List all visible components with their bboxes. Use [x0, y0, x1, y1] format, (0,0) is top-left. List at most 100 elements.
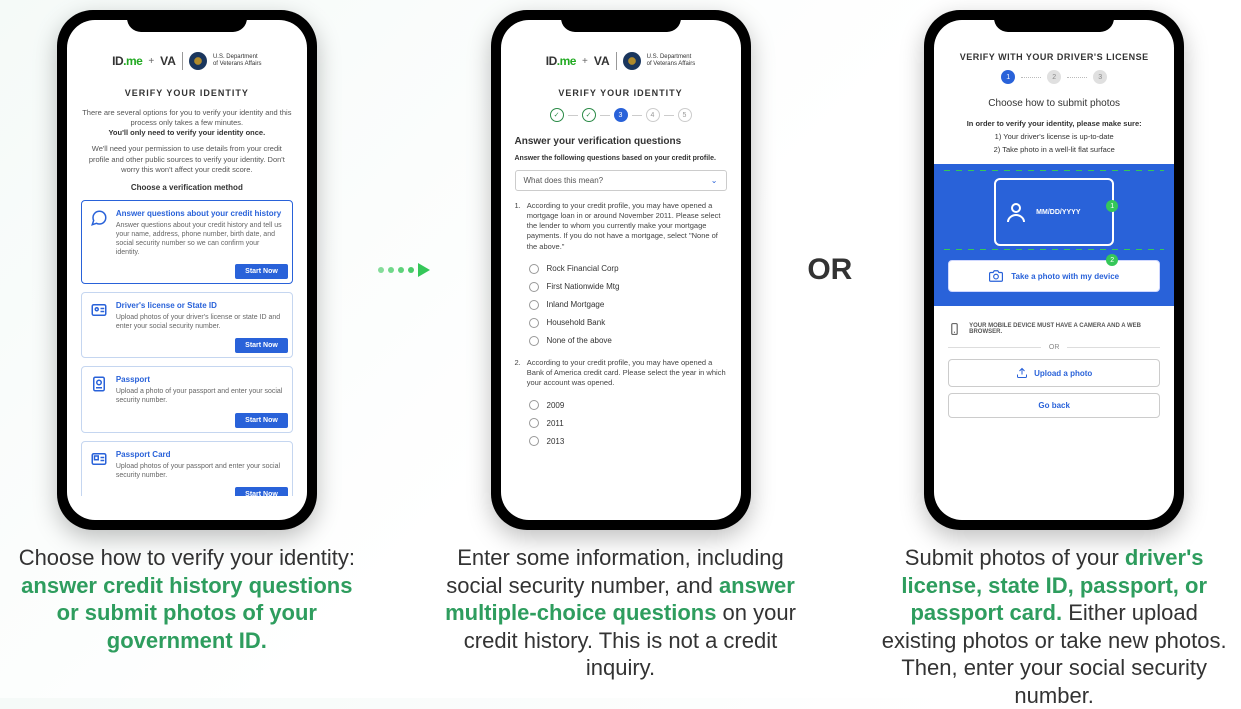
id-card-icon: [90, 301, 108, 319]
step-5: 5: [678, 108, 692, 122]
step-2-column: ID.me + VA U.S. Departmentof Veterans Af…: [444, 10, 798, 682]
plus-icon: +: [582, 56, 588, 67]
phone-mock-1: ID.me + VA U.S. Departmentof Veterans Af…: [57, 10, 317, 530]
go-back-button[interactable]: Go back: [948, 393, 1160, 418]
radio-option[interactable]: 2009: [515, 396, 727, 414]
chevron-down-icon: ⌄: [711, 176, 718, 185]
requirements-lead: In order to verify your identity, please…: [948, 119, 1160, 128]
screen-content-1: ID.me + VA U.S. Departmentof Veterans Af…: [67, 44, 307, 496]
questions-heading: Answer your verification questions: [515, 136, 727, 147]
dashed-line-bottom: [944, 249, 1164, 250]
radio-option[interactable]: Inland Mortgage: [515, 296, 727, 314]
what-does-this-mean-select[interactable]: What does this mean? ⌄: [515, 170, 727, 191]
verify-identity-title: VERIFY YOUR IDENTITY: [515, 88, 727, 98]
phone-notch: [994, 10, 1114, 32]
photo-capture-area: MM/DD/YYYY 1 2 Take a photo with my devi…: [934, 164, 1174, 306]
step-2: 2: [1047, 70, 1061, 84]
caption-step-1: Choose how to verify your identity: answ…: [10, 544, 364, 654]
choose-method-heading: Choose a verification method: [81, 183, 293, 192]
step-1-column: ID.me + VA U.S. Departmentof Veterans Af…: [10, 10, 364, 654]
dotted-arrow-icon: [378, 263, 430, 277]
option-desc: Upload photos of your driver's license o…: [116, 313, 284, 331]
device-icon: [948, 322, 961, 336]
date-placeholder: MM/DD/YYYY: [1036, 209, 1080, 216]
idme-logo: ID.me: [112, 54, 142, 68]
logo-row: ID.me + VA U.S. Departmentof Veterans Af…: [81, 52, 293, 78]
phone-notch: [127, 10, 247, 32]
start-now-button[interactable]: Start Now: [235, 413, 288, 428]
or-separator: OR: [948, 344, 1160, 351]
caption-step-3: Submit photos of your driver's license, …: [877, 544, 1231, 709]
radio-icon: [529, 400, 539, 410]
option-title: Driver's license or State ID: [116, 301, 284, 310]
radio-option[interactable]: First Nationwide Mtg: [515, 278, 727, 296]
id-card-illustration: MM/DD/YYYY 1 2: [994, 178, 1114, 246]
device-note: YOUR MOBILE DEVICE MUST HAVE A CAMERA AN…: [948, 316, 1160, 336]
step-3-column: VERIFY WITH YOUR DRIVER'S LICENSE 1 2 3 …: [877, 10, 1231, 709]
camera-icon: [989, 269, 1003, 283]
radio-option[interactable]: None of the above: [515, 332, 727, 350]
verify-license-title: VERIFY WITH YOUR DRIVER'S LICENSE: [948, 52, 1160, 62]
dept-text: U.S. Departmentof Veterans Affairs: [647, 54, 696, 67]
radio-option[interactable]: 2013: [515, 432, 727, 450]
questions-sub: Answer the following questions based on …: [515, 155, 727, 162]
arrow-connector: [374, 10, 434, 530]
marker-1: 1: [1106, 200, 1118, 212]
step-4: 4: [646, 108, 660, 122]
verify-option-passport[interactable]: Passport Upload a photo of your passport…: [81, 366, 293, 432]
or-label: OR: [807, 10, 867, 530]
option-desc: Upload a photo of your passport and ente…: [116, 387, 284, 405]
question-2: 2.According to your credit profile, you …: [515, 358, 727, 388]
radio-option[interactable]: 2011: [515, 414, 727, 432]
logo-row: ID.me + VA U.S. Departmentof Veterans Af…: [515, 52, 727, 78]
caption-step-2: Enter some information, including social…: [444, 544, 798, 682]
radio-icon: [529, 436, 539, 446]
verify-identity-title: VERIFY YOUR IDENTITY: [81, 88, 293, 98]
progress-stepper: ✓ ✓ 3 4 5: [515, 108, 727, 122]
radio-icon: [529, 418, 539, 428]
screen-content-3: VERIFY WITH YOUR DRIVER'S LICENSE 1 2 3 …: [934, 44, 1174, 496]
verify-option-credit[interactable]: Answer questions about your credit histo…: [81, 200, 293, 284]
radio-icon: [529, 336, 539, 346]
divider: [616, 52, 617, 70]
verify-option-passport-card[interactable]: Passport Card Upload photos of your pass…: [81, 441, 293, 497]
divider: [182, 52, 183, 70]
idme-logo: ID.me: [546, 54, 576, 68]
person-icon: [1004, 200, 1028, 224]
option-title: Passport: [116, 375, 284, 384]
start-now-button[interactable]: Start Now: [235, 338, 288, 353]
va-logo: VA: [594, 54, 610, 68]
passport-icon: [90, 375, 108, 393]
intro-text-1: There are several options for you to ver…: [81, 108, 293, 138]
radio-icon: [529, 300, 539, 310]
phone-screen-3: VERIFY WITH YOUR DRIVER'S LICENSE 1 2 3 …: [934, 20, 1174, 520]
diagram-layout: ID.me + VA U.S. Departmentof Veterans Af…: [0, 0, 1241, 709]
step-1-active: 1: [1001, 70, 1015, 84]
radio-icon: [529, 282, 539, 292]
chat-icon: [90, 209, 108, 227]
intro-text-2: We'll need your permission to use detail…: [81, 144, 293, 174]
start-now-button[interactable]: Start Now: [235, 487, 288, 496]
step-3-active: 3: [614, 108, 628, 122]
option-title: Answer questions about your credit histo…: [116, 209, 284, 218]
verify-option-license[interactable]: Driver's license or State ID Upload phot…: [81, 292, 293, 358]
va-seal-icon: [623, 52, 641, 70]
radio-option[interactable]: Rock Financial Corp: [515, 260, 727, 278]
step-3: 3: [1093, 70, 1107, 84]
radio-option[interactable]: Household Bank: [515, 314, 727, 332]
va-seal-icon: [189, 52, 207, 70]
option-desc: Upload photos of your passport and enter…: [116, 462, 284, 480]
dept-text: U.S. Departmentof Veterans Affairs: [213, 54, 262, 67]
radio-icon: [529, 318, 539, 328]
upload-photo-button[interactable]: Upload a photo: [948, 359, 1160, 387]
upload-icon: [1016, 367, 1028, 379]
take-photo-button[interactable]: Take a photo with my device: [948, 260, 1160, 292]
start-now-button[interactable]: Start Now: [235, 264, 288, 279]
requirement-1: 1) Your driver's license is up-to-date: [948, 132, 1160, 141]
step-1-done: ✓: [550, 108, 564, 122]
phone-screen-1: ID.me + VA U.S. Departmentof Veterans Af…: [67, 20, 307, 520]
dashed-line-top: [944, 170, 1164, 171]
question-1: 1.According to your credit profile, you …: [515, 201, 727, 252]
phone-screen-2: ID.me + VA U.S. Departmentof Veterans Af…: [501, 20, 741, 520]
radio-icon: [529, 264, 539, 274]
